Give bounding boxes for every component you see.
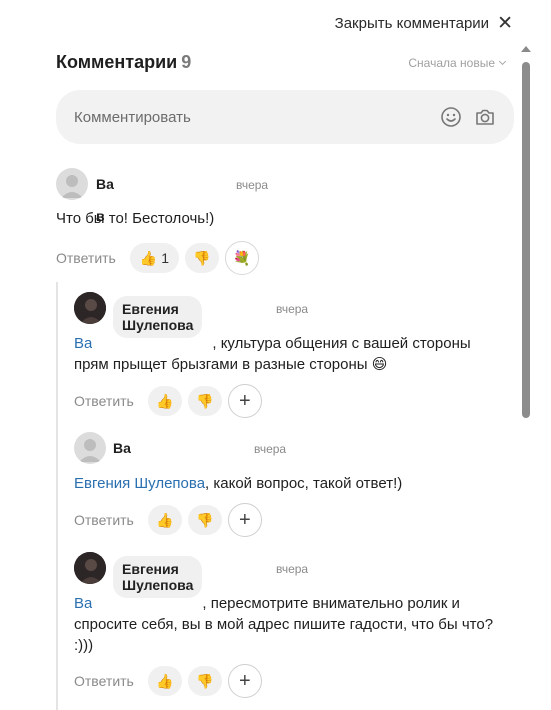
redacted-block — [92, 598, 203, 608]
comment-author-name: Ва — [96, 176, 114, 192]
comment-actions: Ответить 👍 1 👎 💐 — [56, 241, 260, 275]
thread-line — [56, 282, 58, 710]
dislike-button[interactable]: 👎 — [187, 505, 222, 535]
avatar[interactable] — [74, 552, 106, 584]
mention-link[interactable]: Евгения Шулепова — [74, 475, 205, 492]
comments-title-text: Комментарии — [56, 52, 178, 72]
comment-author[interactable]: Евгения Шулепова — [113, 556, 203, 598]
reply-button[interactable]: Ответить — [74, 673, 134, 689]
thumbs-up-icon: 👍 — [156, 672, 174, 689]
comment-time: вчера — [276, 302, 309, 316]
comment-author[interactable]: Ва — [113, 440, 131, 456]
like-button[interactable]: 👍 1 — [129, 243, 180, 273]
mention-link[interactable]: Ва — [74, 595, 92, 612]
close-icon: ✕ — [497, 13, 513, 34]
comment-text: Евгения Шулепова, какой вопрос, такой от… — [74, 473, 494, 494]
redacted-block — [96, 195, 226, 205]
plus-icon: + — [239, 508, 251, 531]
thumbs-down-icon: 👎 — [196, 672, 214, 689]
dislike-button[interactable]: 👎 — [187, 666, 222, 696]
comment-actions: Ответить 👍 👎 + — [74, 503, 262, 537]
comment-time: вчера — [236, 178, 269, 192]
comments-count: 9 — [181, 52, 192, 72]
camera-icon[interactable] — [474, 106, 496, 128]
thumbs-up-icon: 👍 — [156, 511, 174, 528]
thumbs-down-icon: 👎 — [193, 249, 211, 266]
redacted-block — [92, 338, 213, 348]
bouquet-reaction-button[interactable]: 💐 — [225, 241, 260, 275]
thumbs-up-icon: 👍 — [156, 392, 174, 409]
chevron-down-icon — [498, 57, 507, 65]
comment-input[interactable] — [74, 108, 428, 126]
mention-link[interactable]: Ва — [74, 335, 92, 352]
dislike-button[interactable]: 👎 — [185, 243, 220, 273]
comment-text: Ва, пересмотрите внимательно ролик и спр… — [74, 593, 514, 656]
reply-button[interactable]: Ответить — [74, 512, 134, 528]
thumbs-down-icon: 👎 — [196, 511, 214, 528]
plus-icon: + — [239, 389, 251, 412]
comment-text: Ва, культура общения с вашей стороны пря… — [74, 333, 494, 375]
close-comments-button[interactable]: Закрыть комментарии ✕ — [335, 14, 513, 33]
avatar[interactable] — [56, 168, 88, 200]
comment-composer — [56, 90, 514, 144]
like-button[interactable]: 👍 — [147, 666, 182, 696]
thumbs-down-icon: 👎 — [196, 392, 214, 409]
reply-button[interactable]: Ответить — [74, 393, 134, 409]
comment-text-body: , какой вопрос, такой ответ!) — [205, 475, 403, 492]
scrollbar-thumb[interactable] — [522, 62, 530, 418]
sort-label: Сначала новые — [408, 55, 495, 70]
comment-actions: Ответить 👍 👎 + — [74, 384, 262, 418]
comments-header: Комментарии 9 Сначала новые — [56, 52, 507, 73]
like-button[interactable]: 👍 — [147, 505, 182, 535]
comment-actions: Ответить 👍 👎 + — [74, 664, 262, 698]
comment-time: вчера — [276, 562, 309, 576]
comment-time: вчера — [254, 442, 287, 456]
add-reaction-button[interactable]: + — [227, 384, 262, 418]
reply-button[interactable]: Ответить — [56, 250, 116, 266]
comment-author[interactable]: Евгения Шулепова — [113, 296, 203, 338]
dislike-button[interactable]: 👎 — [187, 386, 222, 416]
close-comments-label: Закрыть комментарии — [334, 15, 490, 32]
scrollbar[interactable] — [521, 44, 531, 710]
add-reaction-button[interactable]: + — [227, 664, 262, 698]
avatar[interactable] — [74, 292, 106, 324]
sort-dropdown[interactable]: Сначала новые — [408, 55, 507, 70]
avatar[interactable] — [74, 432, 106, 464]
comment-text: Что бы то! Бестолочь!) — [56, 210, 215, 227]
plus-icon: + — [239, 669, 251, 692]
like-count: 1 — [161, 250, 170, 266]
add-reaction-button[interactable]: + — [227, 503, 262, 537]
comments-title: Комментарии 9 — [56, 52, 191, 73]
scroll-up-arrow-icon[interactable] — [521, 46, 531, 52]
like-button[interactable]: 👍 — [147, 386, 182, 416]
emoji-icon[interactable] — [440, 106, 462, 128]
bouquet-icon: 💐 — [233, 249, 251, 266]
thumbs-up-icon: 👍 — [139, 249, 158, 266]
